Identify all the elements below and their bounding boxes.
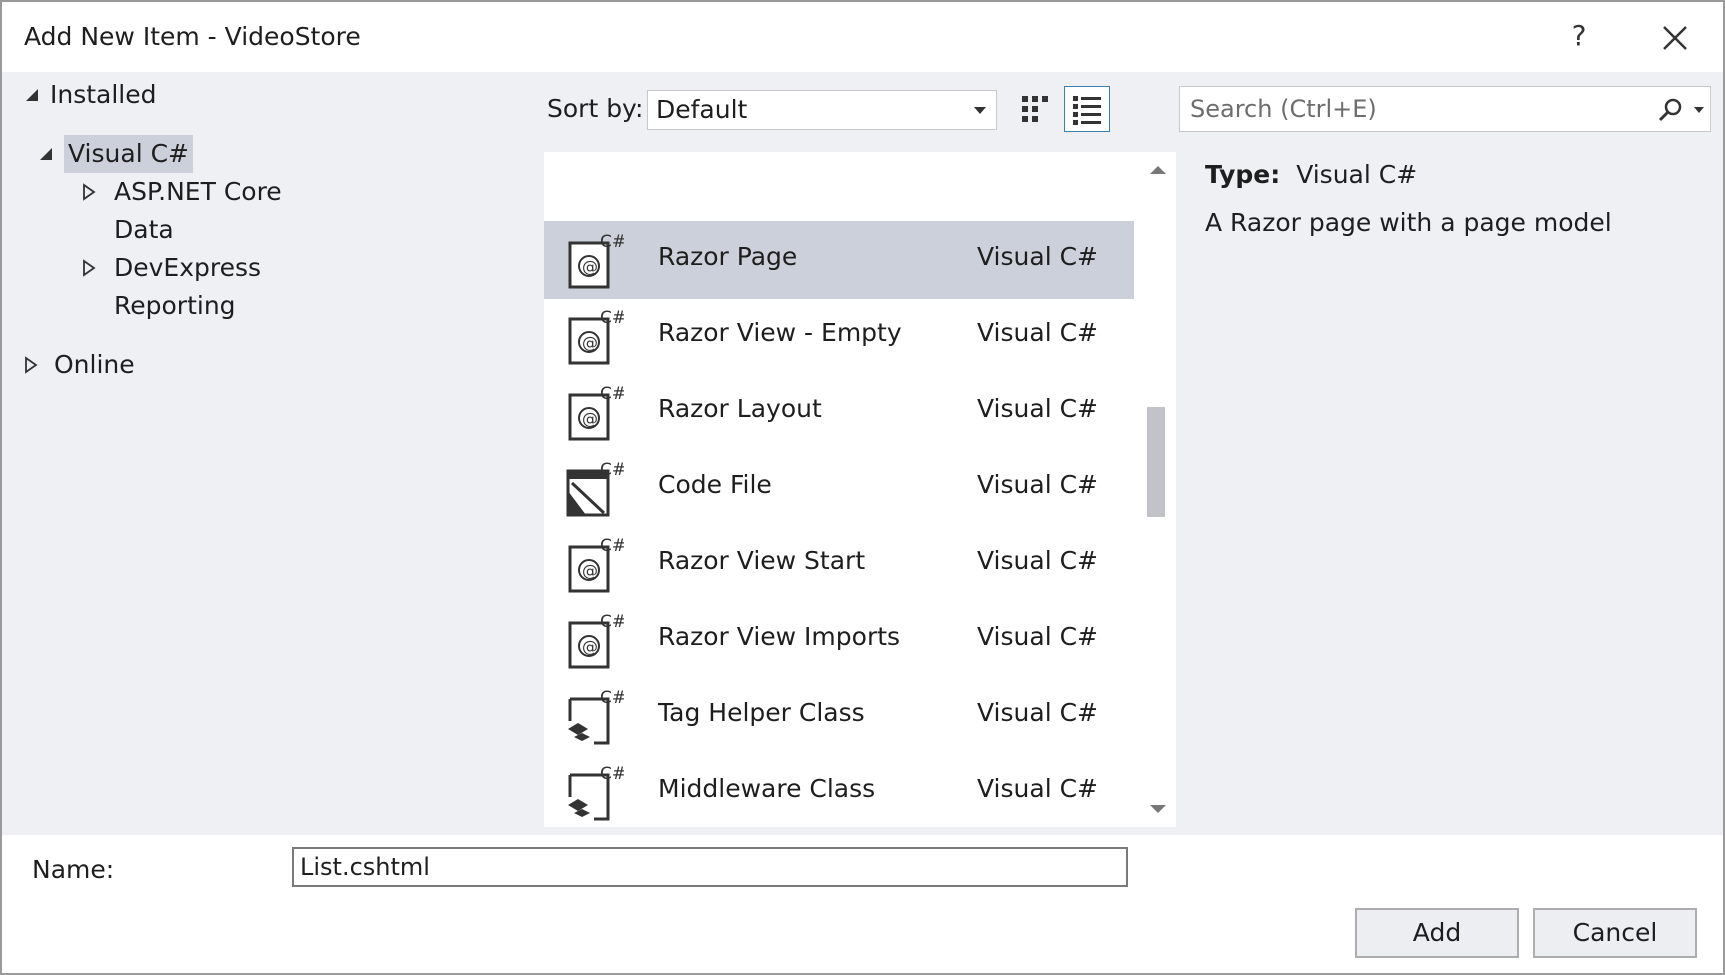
template-name: Razor View Start <box>658 546 866 575</box>
razor-icon: @C# <box>568 232 624 289</box>
cancel-button[interactable]: Cancel <box>1533 908 1697 958</box>
svg-text:@: @ <box>582 333 598 352</box>
template-type: Visual C# <box>977 698 1098 727</box>
name-label: Name: <box>32 855 115 884</box>
template-name: Razor Layout <box>658 394 822 423</box>
razor-icon: @C# <box>568 308 624 365</box>
tree-item-label: Reporting <box>114 291 236 320</box>
tree-item-label: Online <box>54 350 135 379</box>
template-name: Razor View Imports <box>658 622 901 651</box>
scrollbar-thumb[interactable] <box>1147 407 1165 517</box>
sort-by-dropdown[interactable]: Default <box>647 90 997 130</box>
collapsed-triangle-icon <box>83 183 96 201</box>
dialog-body: Installed Visual C# ASP.NET Core Data De… <box>2 72 1723 835</box>
svg-text:@: @ <box>582 409 598 428</box>
add-new-item-dialog: Add New Item - VideoStore ? Installed Vi… <box>0 0 1725 975</box>
list-view-icon <box>1073 96 1101 125</box>
razor-icon: @C# <box>568 536 624 593</box>
class-icon: C# <box>568 764 624 821</box>
svg-text:@: @ <box>582 561 598 580</box>
chevron-down-icon <box>974 107 986 114</box>
sort-by-value: Default <box>656 95 748 124</box>
template-type: Visual C# <box>977 318 1098 347</box>
small-icons-view-button[interactable] <box>1064 86 1110 132</box>
tree-item-label: DevExpress <box>114 253 262 282</box>
name-field[interactable] <box>292 847 1128 887</box>
tree-item-reporting[interactable]: Reporting <box>114 287 236 325</box>
template-item-razor-view-imports[interactable]: @ C# Razor View Imports Visual C# <box>544 601 1134 679</box>
class-icon: C# <box>568 688 624 745</box>
details-type-value: Visual C# <box>1296 160 1418 189</box>
razor-icon: @C# <box>568 612 624 669</box>
add-button[interactable]: Add <box>1355 908 1519 958</box>
svg-text:@: @ <box>582 637 598 656</box>
template-item-middleware-class[interactable]: C# Middleware Class Visual C# <box>544 753 1134 827</box>
close-icon <box>1663 26 1687 50</box>
tree-item-label: Visual C# <box>64 135 193 173</box>
details-type: Type: Visual C# <box>1205 160 1417 189</box>
template-type: Visual C# <box>977 470 1098 499</box>
tree-item-data[interactable]: Data <box>114 211 174 249</box>
template-type: Visual C# <box>977 394 1098 423</box>
template-name: Code File <box>658 470 772 499</box>
collapsed-triangle-icon <box>25 356 38 374</box>
sort-by-label: Sort by: <box>547 94 644 123</box>
svg-text:C#: C# <box>600 612 624 632</box>
template-type: Visual C# <box>977 622 1098 651</box>
dialog-footer: Name: Add Cancel <box>2 835 1723 973</box>
search-box <box>1179 86 1711 132</box>
template-item-razor-layout[interactable]: @ C# Razor Layout Visual C# <box>544 373 1134 451</box>
template-list: @ C# Razor Page Visual C# @ C# Razor View … <box>544 152 1176 827</box>
svg-text:C#: C# <box>600 308 624 328</box>
template-name: Tag Helper Class <box>658 698 865 727</box>
template-item-tag-helper-class[interactable]: C# Tag Helper Class Visual C# <box>544 677 1134 755</box>
svg-text:C#: C# <box>600 764 624 784</box>
tree-item-label: Installed <box>50 80 157 109</box>
template-type: Visual C# <box>977 242 1098 271</box>
scroll-up-button[interactable] <box>1146 158 1170 182</box>
svg-text:@: @ <box>582 257 598 276</box>
template-name: Razor View - Empty <box>658 318 902 347</box>
template-item-razor-view-empty[interactable]: @ C# Razor View - Empty Visual C# <box>544 297 1134 375</box>
help-button[interactable]: ? <box>1559 16 1599 56</box>
svg-text:C#: C# <box>600 384 624 404</box>
template-item-code-file[interactable]: C# Code File Visual C# <box>544 449 1134 527</box>
tree-item-label: ASP.NET Core <box>114 177 282 206</box>
svg-text:C#: C# <box>600 460 624 480</box>
razor-icon: @C# <box>568 384 624 441</box>
template-type: Visual C# <box>977 546 1098 575</box>
grid-view-icon <box>1022 96 1048 122</box>
expanded-triangle-icon <box>40 148 52 160</box>
svg-text:C#: C# <box>600 536 624 556</box>
template-name: Razor Page <box>658 242 798 271</box>
medium-icons-view-button[interactable] <box>1012 86 1058 132</box>
details-type-label: Type: <box>1205 160 1281 189</box>
title-bar: Add New Item - VideoStore ? <box>2 2 1723 72</box>
svg-text:C#: C# <box>600 232 624 252</box>
scroll-up-icon <box>1150 166 1166 174</box>
template-item-razor-view-start[interactable]: @ C# Razor View Start Visual C# <box>544 525 1134 603</box>
expanded-triangle-icon <box>26 89 38 101</box>
search-icon[interactable] <box>1655 95 1685 125</box>
dialog-title: Add New Item - VideoStore <box>24 22 361 51</box>
svg-text:C#: C# <box>600 688 624 708</box>
template-category-tree: Installed Visual C# ASP.NET Core Data De… <box>2 72 537 835</box>
template-type: Visual C# <box>977 774 1098 803</box>
search-input[interactable] <box>1180 87 1640 131</box>
tree-item-label: Data <box>114 215 174 244</box>
template-name: Middleware Class <box>658 774 876 803</box>
collapsed-triangle-icon <box>83 259 96 277</box>
code-file-icon: C# <box>566 460 624 517</box>
template-item-razor-page[interactable]: @ C# Razor Page Visual C# <box>544 221 1134 299</box>
scroll-down-icon <box>1150 805 1166 813</box>
close-button[interactable] <box>1653 16 1697 60</box>
details-description: A Razor page with a page model <box>1205 208 1612 237</box>
search-options-chevron-icon[interactable] <box>1694 107 1704 113</box>
scroll-down-button[interactable] <box>1146 797 1170 821</box>
